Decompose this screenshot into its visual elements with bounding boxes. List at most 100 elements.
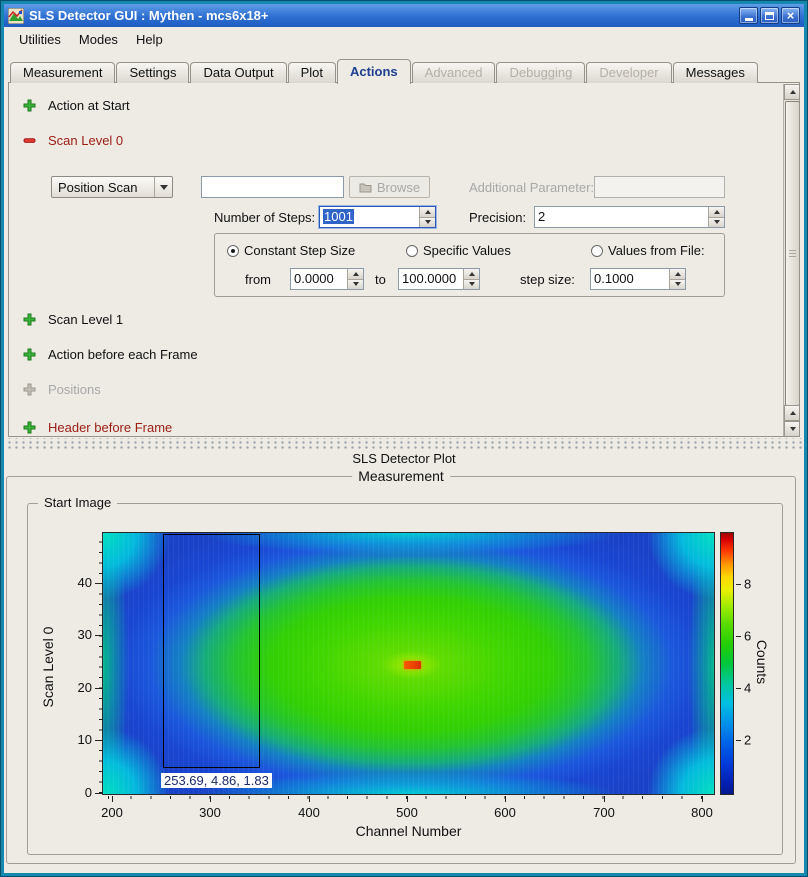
actions-tab-page: Action at Start Scan Level 0 Position Sc… <box>8 82 800 437</box>
colorbar-tick <box>736 740 741 741</box>
chevron-down-icon <box>154 177 172 197</box>
x-tick-label: 500 <box>396 805 418 820</box>
start-image-group-title: Start Image <box>38 495 117 510</box>
radio-checked-icon[interactable] <box>227 245 239 257</box>
constant-step-size-label: Constant Step Size <box>244 243 355 258</box>
from-spinbox[interactable]: 0.0000 <box>290 268 364 290</box>
action-before-frame-label: Action before each Frame <box>48 347 198 362</box>
header-before-frame-row: Header before Frame <box>23 420 172 435</box>
scroll-up-button[interactable] <box>784 84 800 100</box>
start-image-groupbox: Start Image Scan Level 0 40 30 20 10 0 2… <box>27 503 783 855</box>
tab-measurement[interactable]: Measurement <box>10 62 115 83</box>
action-before-frame-row: Action before each Frame <box>23 347 198 362</box>
to-label: to <box>375 272 386 287</box>
action-at-start-row: Action at Start <box>23 98 130 113</box>
scan-level-1-label: Scan Level 1 <box>48 312 123 327</box>
precision-spinbox[interactable]: 2 <box>534 206 725 228</box>
menu-utilities[interactable]: Utilities <box>10 29 70 50</box>
expand-plus-disabled-icon <box>23 383 36 396</box>
close-button[interactable]: × <box>781 7 800 24</box>
x-major-tick <box>505 796 506 802</box>
expand-plus-icon[interactable] <box>23 99 36 112</box>
step-size-spin-buttons[interactable] <box>669 269 685 289</box>
x-major-tick <box>210 796 211 802</box>
x-major-tick <box>407 796 408 802</box>
y-tick-label: 0 <box>62 785 92 800</box>
scan-level-0-label: Scan Level 0 <box>48 133 123 148</box>
x-major-tick <box>309 796 310 802</box>
y-axis-title: Scan Level 0 <box>40 567 56 767</box>
number-of-steps-spin-buttons[interactable] <box>419 207 435 227</box>
number-of-steps-spinbox[interactable]: 1001 <box>319 206 436 228</box>
specific-values-option[interactable]: Specific Values <box>406 243 511 258</box>
y-tick-label: 30 <box>62 627 92 642</box>
tab-developer: Developer <box>586 62 671 83</box>
to-value: 100.0000 <box>402 271 456 286</box>
scan-mode-dropdown[interactable]: Position Scan <box>51 176 173 198</box>
measurement-group-title: Measurement <box>352 468 450 484</box>
to-spin-buttons[interactable] <box>463 269 479 289</box>
tab-data-output[interactable]: Data Output <box>190 62 286 83</box>
y-tick-label: 10 <box>62 732 92 747</box>
minimize-icon <box>745 18 753 21</box>
x-tick-label: 600 <box>494 805 516 820</box>
values-from-file-option[interactable]: Values from File: <box>591 243 705 258</box>
colorbar-tick-label: 2 <box>744 733 751 748</box>
scroll-down-button[interactable] <box>784 421 800 437</box>
from-spin-buttons[interactable] <box>347 269 363 289</box>
colorbar <box>720 532 734 795</box>
x-tick-label: 300 <box>199 805 221 820</box>
constant-step-size-option[interactable]: Constant Step Size <box>227 243 355 258</box>
x-minor-ticks <box>102 796 715 799</box>
maximize-button[interactable] <box>760 7 779 24</box>
precision-spin-buttons[interactable] <box>708 207 724 227</box>
tab-advanced: Advanced <box>412 62 496 83</box>
peak-hotspot <box>404 661 421 669</box>
colorbar-title: Counts <box>754 612 770 712</box>
additional-parameter-label: Additional Parameter: <box>469 180 594 195</box>
expand-plus-icon[interactable] <box>23 348 36 361</box>
browse-label: Browse <box>377 180 420 195</box>
x-major-tick <box>702 796 703 802</box>
app-window: SLS Detector GUI : Mythen - mcs6x18+ × U… <box>0 0 808 877</box>
colorbar-tick <box>736 688 741 689</box>
actions-scrollbar[interactable] <box>783 84 800 437</box>
additional-parameter-input <box>594 176 725 198</box>
step-size-spinbox[interactable]: 0.1000 <box>590 268 686 290</box>
scroll-up-button-bottom[interactable] <box>784 405 800 421</box>
radio-unchecked-icon[interactable] <box>591 245 603 257</box>
minimize-button[interactable] <box>739 7 758 24</box>
splitter-handle[interactable] <box>4 438 804 450</box>
titlebar: SLS Detector GUI : Mythen - mcs6x18+ × <box>4 4 804 27</box>
scrollbar-thumb[interactable] <box>785 101 800 406</box>
folder-icon <box>359 182 372 193</box>
specific-values-label: Specific Values <box>423 243 511 258</box>
to-spinbox[interactable]: 100.0000 <box>398 268 480 290</box>
x-tick-label: 200 <box>101 805 123 820</box>
heatmap-canvas[interactable]: 253.69, 4.86, 1.83 <box>102 532 715 795</box>
radio-unchecked-icon[interactable] <box>406 245 418 257</box>
step-size-label: step size: <box>520 272 575 287</box>
scan-script-input[interactable] <box>201 176 344 198</box>
tab-plot[interactable]: Plot <box>288 62 336 83</box>
from-label: from <box>245 272 271 287</box>
menu-modes[interactable]: Modes <box>70 29 127 50</box>
expand-plus-icon[interactable] <box>23 421 36 434</box>
expand-plus-icon[interactable] <box>23 313 36 326</box>
step-mode-groupbox: Constant Step Size Specific Values Value… <box>214 233 725 297</box>
collapse-minus-icon[interactable] <box>23 134 36 147</box>
x-tick-label: 400 <box>298 805 320 820</box>
colorbar-tick-label: 6 <box>744 629 751 644</box>
tab-settings[interactable]: Settings <box>116 62 189 83</box>
from-value: 0.0000 <box>294 271 334 286</box>
app-icon <box>8 8 24 24</box>
zoom-selection-rect <box>163 534 260 768</box>
menu-help[interactable]: Help <box>127 29 172 50</box>
y-tick-label: 40 <box>62 575 92 590</box>
header-before-frame-label: Header before Frame <box>48 420 172 435</box>
x-tick-label: 800 <box>691 805 713 820</box>
positions-label: Positions <box>48 382 101 397</box>
tab-messages[interactable]: Messages <box>673 62 758 83</box>
tab-actions[interactable]: Actions <box>337 59 411 84</box>
values-from-file-label: Values from File: <box>608 243 705 258</box>
